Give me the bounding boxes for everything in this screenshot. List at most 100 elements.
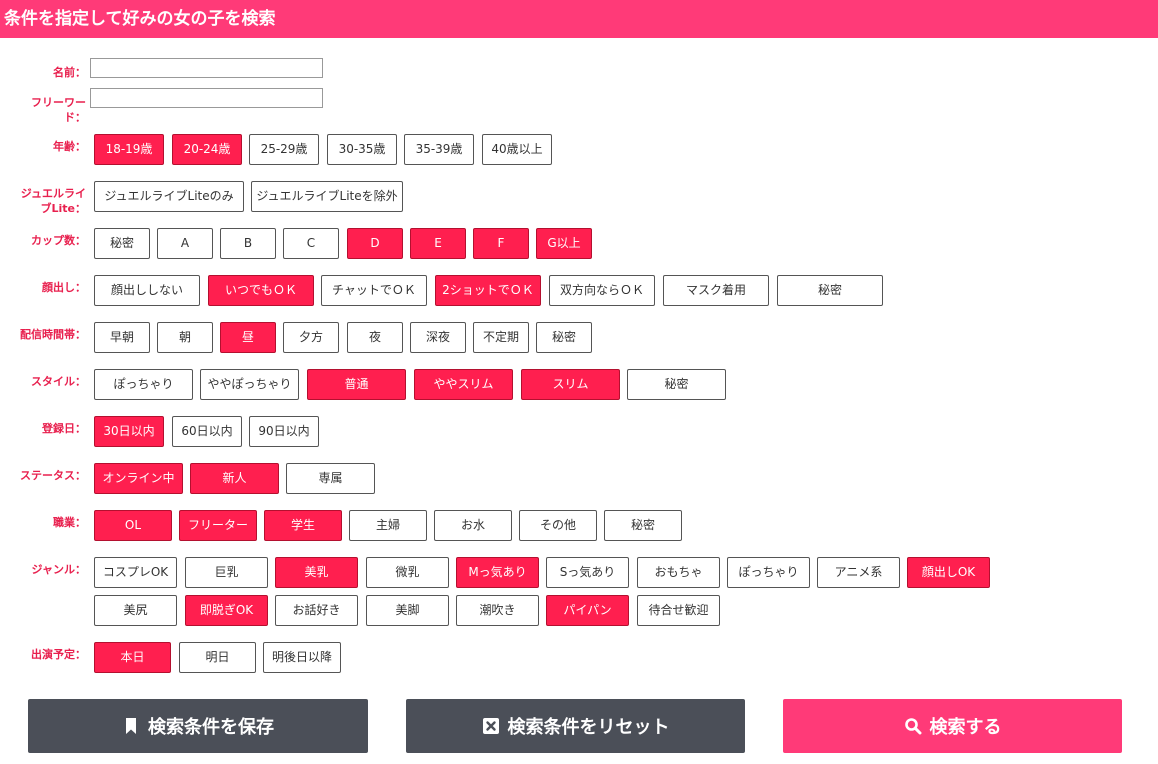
page-header: 条件を指定して好みの女の子を検索 bbox=[0, 0, 1158, 38]
job-option[interactable]: フリーター bbox=[179, 510, 257, 541]
face-option[interactable]: 双方向ならＯＫ bbox=[549, 275, 655, 306]
genre-option[interactable]: Mっ気あり bbox=[456, 557, 539, 588]
style-option[interactable]: ややスリム bbox=[414, 369, 513, 400]
style-label: スタイル： bbox=[31, 375, 86, 388]
freeword-label: フリーワー ド： bbox=[0, 95, 86, 125]
genre-option[interactable]: 待合せ歓迎 bbox=[637, 595, 720, 626]
genre-option[interactable]: 潮吹き bbox=[456, 595, 539, 626]
time-option[interactable]: 深夜 bbox=[410, 322, 466, 353]
search-label: 検索する bbox=[929, 717, 1002, 738]
sched-option[interactable]: 明日 bbox=[179, 642, 256, 673]
age-option[interactable]: 20-24歳 bbox=[172, 134, 242, 165]
status-label: ステータス： bbox=[20, 469, 86, 482]
genre-option[interactable]: 美脚 bbox=[366, 595, 449, 626]
age-option[interactable]: 35-39歳 bbox=[404, 134, 474, 165]
search-button[interactable]: 検索する bbox=[783, 699, 1122, 753]
job-option[interactable]: その他 bbox=[519, 510, 597, 541]
save-conditions-button[interactable]: 検索条件を保存 bbox=[28, 699, 368, 753]
cup-option[interactable]: E bbox=[410, 228, 466, 259]
face-option[interactable]: いつでもＯＫ bbox=[208, 275, 314, 306]
save-conditions-label: 検索条件を保存 bbox=[148, 717, 274, 738]
cup-option[interactable]: G以上 bbox=[536, 228, 592, 259]
close-box-icon bbox=[482, 717, 500, 735]
genre-option[interactable]: パイパン bbox=[546, 595, 629, 626]
freeword-label-line1: フリーワー bbox=[31, 96, 86, 109]
reg-option[interactable]: 90日以内 bbox=[249, 416, 319, 447]
page-title: 条件を指定して好みの女の子を検索 bbox=[4, 9, 276, 29]
cup-option[interactable]: 秘密 bbox=[94, 228, 150, 259]
time-label: 配信時間帯： bbox=[20, 328, 86, 341]
sched-option[interactable]: 明後日以降 bbox=[263, 642, 341, 673]
cup-label: カップ数： bbox=[31, 234, 86, 247]
genre-option[interactable]: 美尻 bbox=[94, 595, 177, 626]
age-label: 年齢： bbox=[53, 140, 86, 153]
name-label: 名前： bbox=[53, 66, 86, 79]
time-option[interactable]: 秘密 bbox=[536, 322, 592, 353]
sched-label: 出演予定： bbox=[31, 648, 86, 661]
face-label: 顔出し： bbox=[42, 281, 86, 294]
reg-option[interactable]: 60日以内 bbox=[172, 416, 242, 447]
genre-option[interactable]: 顔出しOK bbox=[907, 557, 990, 588]
lite-option[interactable]: ジュエルライブLiteのみ bbox=[94, 181, 244, 212]
lite-label-line2: ブLite： bbox=[40, 202, 87, 215]
age-option[interactable]: 18-19歳 bbox=[94, 134, 164, 165]
face-option[interactable]: 顔出ししない bbox=[94, 275, 200, 306]
time-option[interactable]: 早朝 bbox=[94, 322, 150, 353]
genre-option[interactable]: おもちゃ bbox=[637, 557, 720, 588]
lite-label: ジュエルライ ブLite： bbox=[0, 186, 86, 216]
cup-option[interactable]: F bbox=[473, 228, 529, 259]
genre-option[interactable]: 巨乳 bbox=[185, 557, 268, 588]
reg-option[interactable]: 30日以内 bbox=[94, 416, 164, 447]
search-icon bbox=[904, 717, 922, 735]
status-option[interactable]: オンライン中 bbox=[94, 463, 183, 494]
cup-option[interactable]: C bbox=[283, 228, 339, 259]
cup-option[interactable]: B bbox=[220, 228, 276, 259]
genre-option[interactable]: Sっ気あり bbox=[546, 557, 629, 588]
face-option[interactable]: 2ショットでＯＫ bbox=[435, 275, 541, 306]
style-option[interactable]: ぽっちゃり bbox=[94, 369, 193, 400]
cup-option[interactable]: D bbox=[347, 228, 403, 259]
reset-conditions-label: 検索条件をリセット bbox=[507, 717, 670, 738]
lite-label-line1: ジュエルライ bbox=[20, 187, 86, 200]
age-option[interactable]: 40歳以上 bbox=[482, 134, 552, 165]
job-option[interactable]: OL bbox=[94, 510, 172, 541]
bookmark-icon bbox=[122, 717, 140, 735]
reg-label: 登録日： bbox=[42, 422, 86, 435]
genre-option[interactable]: アニメ系 bbox=[817, 557, 900, 588]
freeword-input[interactable] bbox=[90, 88, 323, 108]
lite-option[interactable]: ジュエルライブLiteを除外 bbox=[251, 181, 403, 212]
style-option[interactable]: 普通 bbox=[307, 369, 406, 400]
genre-label: ジャンル： bbox=[31, 563, 86, 576]
face-option[interactable]: チャットでＯＫ bbox=[321, 275, 427, 306]
genre-option[interactable]: 微乳 bbox=[366, 557, 449, 588]
job-option[interactable]: お水 bbox=[434, 510, 512, 541]
style-option[interactable]: ややぽっちゃり bbox=[200, 369, 299, 400]
job-option[interactable]: 主婦 bbox=[349, 510, 427, 541]
age-option[interactable]: 25-29歳 bbox=[249, 134, 319, 165]
time-option[interactable]: 不定期 bbox=[473, 322, 529, 353]
sched-option[interactable]: 本日 bbox=[94, 642, 171, 673]
freeword-label-line2: ド： bbox=[64, 111, 86, 124]
genre-option[interactable]: コスプレOK bbox=[94, 557, 177, 588]
genre-option[interactable]: 美乳 bbox=[275, 557, 358, 588]
age-option[interactable]: 30-35歳 bbox=[327, 134, 397, 165]
style-option[interactable]: 秘密 bbox=[627, 369, 726, 400]
status-option[interactable]: 新人 bbox=[190, 463, 279, 494]
time-option[interactable]: 夜 bbox=[347, 322, 403, 353]
time-option[interactable]: 夕方 bbox=[283, 322, 339, 353]
style-option[interactable]: スリム bbox=[521, 369, 620, 400]
cup-option[interactable]: A bbox=[157, 228, 213, 259]
job-option[interactable]: 秘密 bbox=[604, 510, 682, 541]
face-option[interactable]: 秘密 bbox=[777, 275, 883, 306]
genre-option[interactable]: ぽっちゃり bbox=[727, 557, 810, 588]
job-option[interactable]: 学生 bbox=[264, 510, 342, 541]
genre-option[interactable]: お話好き bbox=[275, 595, 358, 626]
reset-conditions-button[interactable]: 検索条件をリセット bbox=[406, 699, 745, 753]
genre-option[interactable]: 即脱ぎOK bbox=[185, 595, 268, 626]
name-input[interactable] bbox=[90, 58, 323, 78]
status-option[interactable]: 専属 bbox=[286, 463, 375, 494]
face-option[interactable]: マスク着用 bbox=[663, 275, 769, 306]
job-label: 職業： bbox=[53, 516, 86, 529]
time-option[interactable]: 昼 bbox=[220, 322, 276, 353]
time-option[interactable]: 朝 bbox=[157, 322, 213, 353]
